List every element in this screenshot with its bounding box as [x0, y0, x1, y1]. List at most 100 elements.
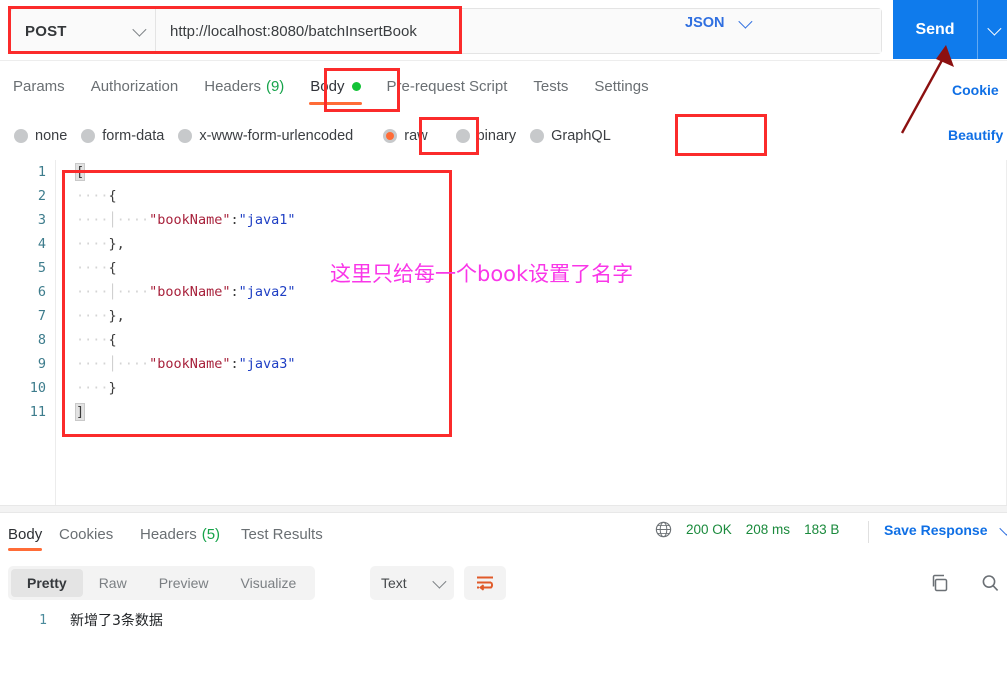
response-time: 208 ms: [745, 522, 791, 537]
indent-dots: ····: [76, 260, 109, 276]
body-format-value: JSON: [685, 15, 725, 31]
response-body-viewer[interactable]: 1 新增了3条数据: [0, 609, 1007, 694]
tab-pre-request-script[interactable]: Pre-request Script: [374, 60, 521, 112]
tab-params[interactable]: Params: [0, 60, 78, 112]
response-tabs: Body Cookies Headers (5) Test Results: [0, 511, 1007, 557]
indent-guide: │: [108, 356, 117, 372]
tab-settings[interactable]: Settings: [581, 60, 661, 112]
send-button-label: Send: [915, 20, 955, 38]
tab-authorization[interactable]: Authorization: [78, 60, 192, 112]
wrap-lines-button[interactable]: [464, 566, 506, 600]
mode-label: Raw: [98, 575, 127, 591]
code-line: ····│····"bookName":"java1": [56, 208, 1006, 232]
body-type-none[interactable]: none: [14, 128, 67, 144]
send-button[interactable]: Send: [893, 0, 1007, 59]
body-type-binary[interactable]: binary: [455, 128, 517, 144]
http-method-select[interactable]: POST: [11, 9, 156, 53]
response-mode-raw[interactable]: Raw: [83, 569, 143, 597]
search-response-button[interactable]: [978, 571, 1002, 595]
response-mode-segmented: Pretty Raw Preview Visualize: [8, 566, 316, 600]
code-line: ····{: [56, 184, 1006, 208]
save-response-button[interactable]: Save Response: [884, 521, 1007, 538]
brace-open: {: [108, 332, 117, 348]
annotation-note-text: 这里只给每一个book设置了名字: [330, 262, 634, 286]
save-response-label: Save Response: [884, 522, 988, 538]
chevron-down-icon: [998, 521, 1007, 536]
json-key: "bookName": [149, 284, 231, 300]
response-mode-visualize[interactable]: Visualize: [225, 569, 313, 597]
radio-icon: [455, 129, 470, 143]
body-type-form-data[interactable]: form-data: [81, 128, 164, 144]
code-line: [: [56, 160, 1006, 184]
line-number: 10: [29, 380, 46, 396]
response-mode-preview[interactable]: Preview: [143, 569, 225, 597]
json-colon: :: [230, 212, 239, 228]
body-type-label: none: [35, 128, 68, 144]
tab-headers[interactable]: Headers (9): [191, 60, 297, 112]
body-type-label: binary: [476, 128, 517, 144]
line-number: 8: [37, 332, 46, 348]
line-number: 11: [29, 404, 46, 420]
indent-dots: ····: [76, 188, 109, 204]
editor-gutter: 1 2 3 4 5 6 7 8 9 10 11: [0, 160, 56, 505]
indent-dots: ····: [76, 308, 109, 324]
tab-label: Settings: [594, 77, 649, 95]
tab-label: Cookies: [59, 525, 114, 543]
body-format-select[interactable]: JSON: [685, 14, 752, 31]
copy-icon: [932, 574, 948, 592]
cookies-link[interactable]: Cookie: [952, 82, 999, 98]
response-format-select[interactable]: Text: [370, 566, 454, 600]
request-body-editor[interactable]: 1 2 3 4 5 6 7 8 9 10 11 [ ····{ ····│···…: [0, 160, 1007, 505]
indent-dots: ····: [76, 380, 109, 396]
globe-icon: [655, 521, 672, 538]
mode-label: Visualize: [240, 575, 297, 591]
tab-label: Body: [8, 525, 43, 543]
json-key: "bookName": [149, 356, 231, 372]
body-type-urlencoded[interactable]: x-www-form-urlencoded: [178, 128, 353, 144]
line-number: 1: [37, 164, 46, 180]
response-format-value: Text: [381, 575, 407, 591]
json-colon: :: [230, 356, 239, 372]
tab-body[interactable]: Body: [297, 60, 373, 112]
bracket-open: [: [74, 163, 86, 181]
send-options-button[interactable]: [978, 21, 1007, 36]
body-type-graphql[interactable]: GraphQL: [530, 128, 611, 144]
response-tab-headers[interactable]: Headers (5): [140, 511, 220, 557]
status-separator: [868, 521, 869, 543]
body-type-raw[interactable]: raw: [383, 128, 428, 144]
radio-icon: [81, 129, 96, 143]
tab-label: Headers: [204, 77, 261, 95]
response-tab-cookies[interactable]: Cookies: [59, 511, 113, 557]
indent-dots: ····: [116, 212, 150, 228]
code-line: ····},: [56, 304, 1006, 328]
line-number: 6: [37, 284, 46, 300]
chevron-down-icon: [132, 22, 147, 37]
copy-response-button[interactable]: [928, 571, 952, 595]
chevron-down-icon: [432, 574, 447, 589]
brace-open: {: [108, 188, 117, 204]
line-number: 5: [37, 260, 46, 276]
url-input[interactable]: http://localhost:8080/batchInsertBook: [156, 9, 881, 53]
response-size: 183 B: [804, 522, 840, 537]
code-line: ····}: [56, 376, 1006, 400]
line-number: 2: [37, 188, 46, 204]
radio-icon: [530, 129, 545, 143]
search-icon: [982, 575, 999, 591]
mode-label: Pretty: [27, 575, 67, 591]
tab-label: Tests: [533, 77, 569, 95]
response-mode-pretty[interactable]: Pretty: [11, 569, 83, 597]
response-tab-test-results[interactable]: Test Results: [241, 511, 323, 557]
response-body-text: 新增了3条数据: [70, 613, 163, 629]
tab-tests[interactable]: Tests: [520, 60, 581, 112]
indent-dots: ····: [76, 332, 109, 348]
editor-code[interactable]: [ ····{ ····│····"bookName":"java1" ····…: [56, 160, 1006, 505]
tab-label: Headers: [140, 525, 197, 543]
tab-label: Body: [310, 77, 345, 95]
indent-dots: ····: [116, 356, 150, 372]
body-type-row: none form-data x-www-form-urlencoded raw…: [0, 112, 1007, 160]
indent-dots: ····: [116, 284, 150, 300]
code-line: ····},: [56, 232, 1006, 256]
response-tab-body[interactable]: Body: [8, 511, 43, 557]
brace-close: },: [108, 308, 125, 324]
line-number: 1: [39, 613, 47, 628]
